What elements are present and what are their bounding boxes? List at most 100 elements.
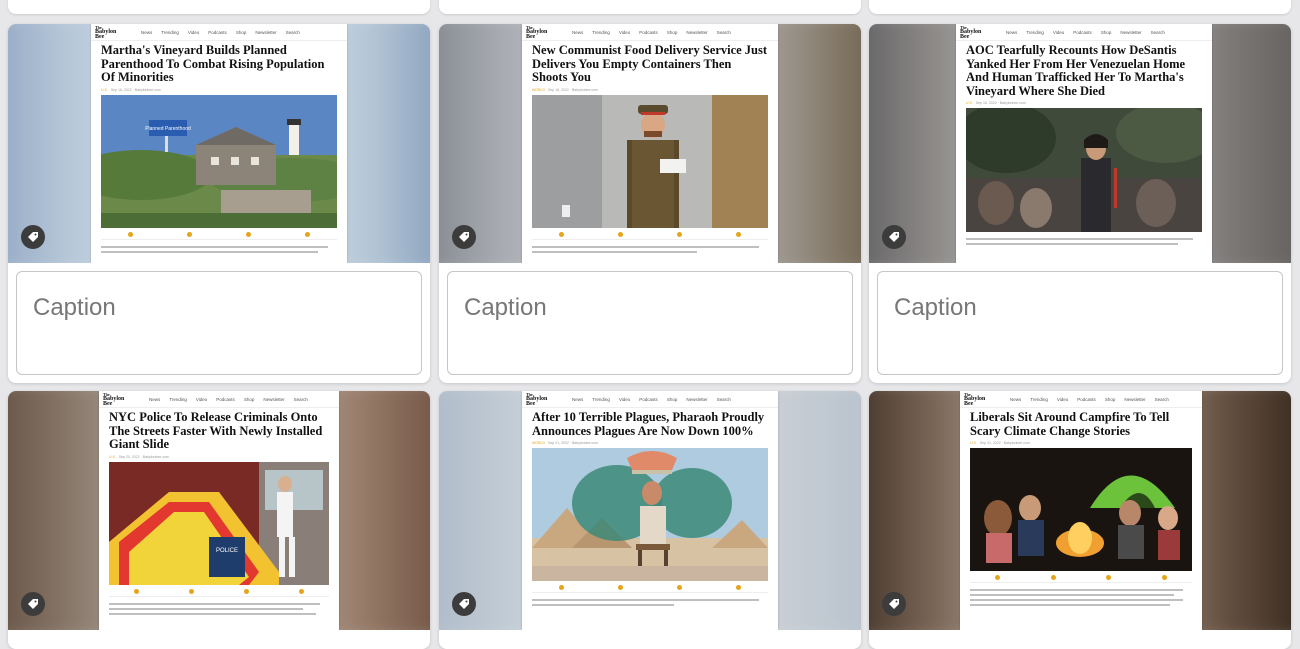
tag-button[interactable] — [882, 592, 906, 616]
site-logo: The Babylon Bee — [960, 24, 982, 40]
facebook-icon — [128, 231, 133, 237]
sign-text: POLICE — [216, 548, 238, 554]
nav-news: News — [572, 396, 584, 402]
nav-newsletter: Newsletter — [263, 396, 285, 402]
article-byline: U.S. Sep 20, 2022 · Babylonbee.com — [109, 454, 169, 459]
tag-icon — [28, 599, 38, 609]
site-nav: The Babylon Bee News Trending Video Podca… — [960, 391, 1202, 408]
nav-search: Search — [1154, 396, 1169, 402]
nav-podcasts: Podcasts — [1077, 396, 1096, 402]
nav-news: News — [149, 396, 161, 402]
nav-newsletter: Newsletter — [255, 29, 277, 35]
caption-input[interactable]: Caption — [16, 271, 422, 375]
nav-video: Video — [187, 29, 200, 35]
link-icon — [736, 585, 741, 590]
nav-search: Search — [293, 396, 308, 402]
nav-search: Search — [716, 396, 731, 402]
article-headline: NYC Police To Release Criminals Onto The… — [109, 410, 323, 451]
tag-icon — [889, 599, 899, 609]
image-thumbnail[interactable]: The Babylon Bee News Trending Video Podca… — [8, 24, 430, 263]
site-logo: The Babylon Bee — [95, 24, 117, 40]
gallery-card[interactable]: The Babylon Bee News Trending Video Podca… — [439, 24, 861, 383]
nav-podcasts: Podcasts — [208, 29, 227, 35]
article-byline: U.S. Sep 16, 2022 · Babylonbee.com — [966, 101, 1026, 105]
article-byline: WORLD Sep 21, 2022 · Babylonbee.com — [532, 441, 599, 445]
nav-trending: Trending — [169, 396, 187, 402]
article-body — [532, 245, 768, 253]
gallery-card[interactable]: The Babylon Bee News Trending Video Podca… — [869, 391, 1291, 649]
link-icon — [299, 588, 304, 594]
nav-trending: Trending — [592, 29, 610, 35]
nav-trending: Trending — [1030, 396, 1048, 402]
link-icon — [736, 231, 741, 237]
nav-podcasts: Podcasts — [1073, 29, 1092, 35]
article-photo — [532, 94, 768, 228]
share-bar — [532, 230, 768, 240]
gallery-card[interactable]: The Babylon Bee News Trending Video Podca… — [439, 391, 861, 649]
nav-video: Video — [195, 396, 208, 402]
nav-newsletter: Newsletter — [1120, 29, 1142, 35]
nav-video: Video — [618, 396, 631, 402]
article-body — [970, 589, 1192, 606]
nav-search: Search — [1150, 29, 1165, 35]
share-bar — [970, 573, 1192, 583]
email-icon — [677, 585, 682, 590]
image-thumbnail[interactable]: The Babylon Bee News Trending Video Podca… — [8, 391, 430, 630]
caption-input[interactable]: Caption — [877, 271, 1283, 375]
nav-search: Search — [285, 29, 300, 35]
site-logo: The Babylon Bee — [526, 24, 548, 40]
site-logo: The Babylon Bee — [964, 391, 986, 407]
article-screenshot: The Babylon Bee News Trending Video Podca… — [956, 24, 1212, 263]
email-icon — [677, 231, 682, 237]
caption-input[interactable]: Caption — [447, 271, 853, 375]
image-thumbnail[interactable]: The Babylon Bee News Trending Video Podca… — [439, 24, 861, 263]
article-photo — [532, 448, 768, 581]
article-photo — [970, 448, 1192, 571]
gallery-card[interactable]: The Babylon Bee News Trending Video Podca… — [8, 24, 430, 383]
nav-podcasts: Podcasts — [639, 396, 658, 402]
tag-button[interactable] — [882, 225, 906, 249]
article-screenshot: The Babylon Bee News Trending Video Podca… — [522, 24, 778, 263]
article-headline: Liberals Sit Around Campfire To Tell Sca… — [970, 410, 1170, 438]
twitter-icon — [187, 231, 192, 237]
nav-trending: Trending — [592, 396, 610, 402]
article-body — [109, 602, 329, 615]
nav-newsletter: Newsletter — [686, 396, 708, 402]
facebook-icon — [995, 575, 1001, 580]
tag-button[interactable] — [452, 592, 476, 616]
article-screenshot: The Babylon Bee News Trending Video Podca… — [960, 391, 1202, 630]
article-body — [101, 245, 337, 253]
email-icon — [246, 231, 251, 237]
tag-icon — [889, 232, 899, 242]
share-bar — [109, 587, 329, 597]
share-bar — [101, 230, 337, 240]
site-nav: The Babylon Bee News Trending Video Podca… — [522, 391, 778, 408]
tag-button[interactable] — [21, 592, 45, 616]
nav-trending: Trending — [1026, 29, 1044, 35]
twitter-icon — [618, 231, 623, 237]
article-body — [532, 599, 768, 606]
facebook-icon — [559, 585, 564, 590]
nav-newsletter: Newsletter — [1124, 396, 1146, 402]
share-bar — [532, 583, 768, 593]
tag-button[interactable] — [452, 225, 476, 249]
article-byline: U.S. Sep 21, 2022 · Babylonbee.com — [970, 441, 1030, 445]
nav-search: Search — [716, 29, 731, 35]
nav-shop: Shop — [235, 29, 247, 35]
tag-button[interactable] — [21, 225, 45, 249]
image-thumbnail[interactable]: The Babylon Bee News Trending Video Podca… — [439, 391, 861, 630]
gallery-card[interactable]: The Babylon Bee News Trending Video Podca… — [8, 391, 430, 649]
site-nav: The Babylon Bee News Trending Video Podca… — [956, 24, 1212, 41]
nav-podcasts: Podcasts — [216, 396, 235, 402]
nav-video: Video — [1052, 29, 1065, 35]
nav-newsletter: Newsletter — [686, 29, 708, 35]
image-thumbnail[interactable]: The Babylon Bee News Trending Video Podca… — [869, 391, 1291, 630]
gallery-card[interactable]: The Babylon Bee News Trending Video Podca… — [869, 24, 1291, 383]
link-icon — [1161, 575, 1167, 580]
image-thumbnail[interactable]: The Babylon Bee News Trending Video Podca… — [869, 24, 1291, 263]
article-headline: After 10 Terrible Plagues, Pharaoh Proud… — [532, 410, 765, 438]
nav-news: News — [572, 29, 584, 35]
site-nav: The Babylon Bee News Trending Video Podca… — [91, 24, 347, 41]
image-gallery: The Babylon Bee News Trending Video Podca… — [0, 0, 1300, 649]
nav-podcasts: Podcasts — [639, 29, 658, 35]
